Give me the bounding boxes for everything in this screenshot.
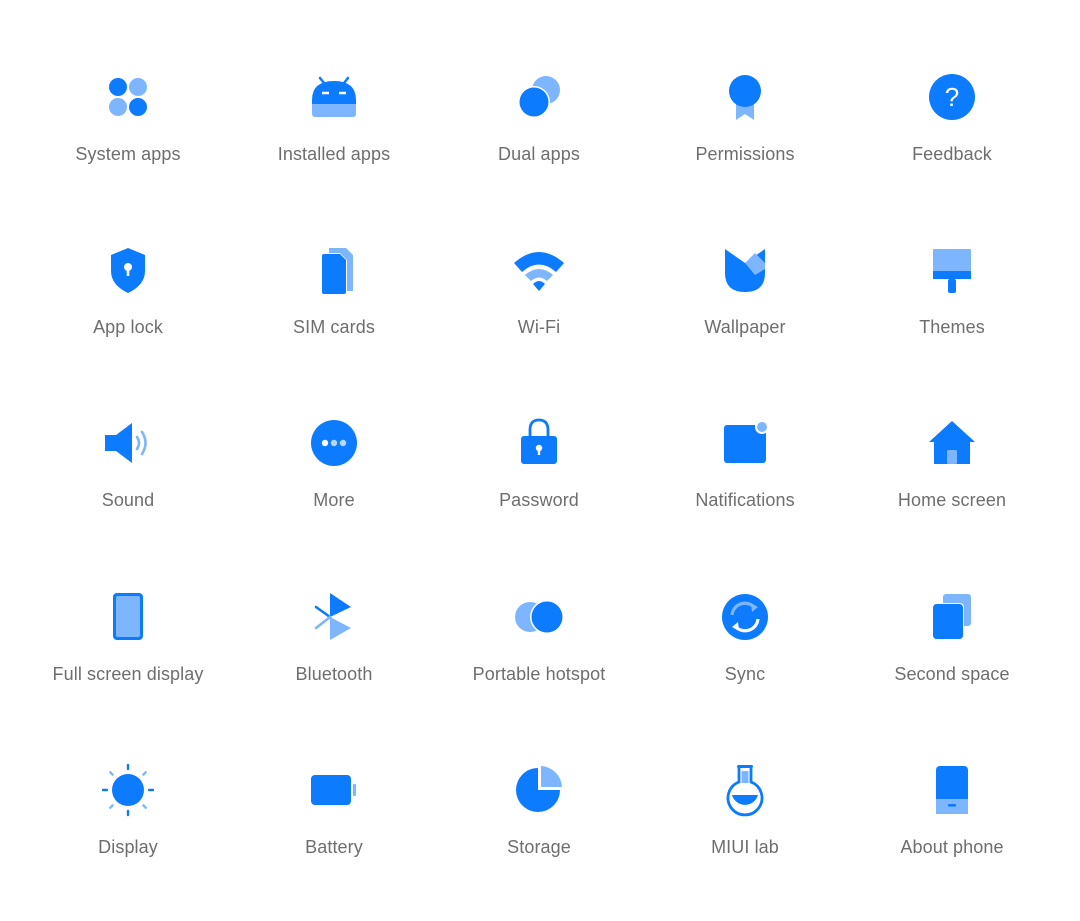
tile-label: Storage	[507, 837, 571, 857]
tile-battery[interactable]: Battery	[234, 763, 434, 883]
storage-icon	[511, 763, 567, 819]
full-screen-display-icon	[100, 590, 156, 646]
tile-app-lock[interactable]: App lock	[28, 243, 228, 363]
tile-label: MIUI lab	[711, 837, 779, 857]
display-icon	[100, 763, 156, 819]
tile-storage[interactable]: Storage	[439, 763, 639, 883]
tile-label: Home screen	[897, 490, 1007, 510]
tile-sound[interactable]: Sound	[28, 416, 228, 536]
tile-label: About phone	[900, 837, 1004, 857]
tile-label: Second space	[894, 664, 1010, 684]
tile-label: Full screen display	[52, 664, 204, 684]
tile-sim-cards[interactable]: SIM cards	[234, 243, 434, 363]
tile-label: SIM cards	[293, 317, 375, 337]
tile-more[interactable]: More	[234, 416, 434, 536]
tile-label: Installed apps	[277, 144, 391, 164]
tile-label: Themes	[919, 317, 985, 337]
battery-icon	[306, 763, 362, 819]
tile-label: Wallpaper	[704, 317, 786, 337]
system-apps-icon	[100, 70, 156, 126]
tile-wallpaper[interactable]: Wallpaper	[645, 243, 845, 363]
about-phone-icon	[924, 763, 980, 819]
tile-password[interactable]: Password	[439, 416, 639, 536]
feedback-icon: ?	[924, 70, 980, 126]
tile-label: Sync	[724, 664, 766, 684]
tile-label: Display	[98, 837, 158, 857]
notifications-icon	[717, 416, 773, 472]
tile-second-space[interactable]: Second space	[852, 590, 1052, 710]
tile-about-phone[interactable]: About phone	[852, 763, 1052, 883]
tile-wifi[interactable]: Wi-Fi	[439, 243, 639, 363]
tile-dual-apps[interactable]: Dual apps	[439, 70, 639, 190]
wifi-icon	[511, 243, 567, 299]
permissions-icon	[717, 70, 773, 126]
tile-bluetooth[interactable]: Bluetooth	[234, 590, 434, 710]
tile-miui-lab[interactable]: MIUI lab	[645, 763, 845, 883]
settings-icon-grid: System apps Installed apps Dual apps Per…	[0, 0, 1080, 921]
themes-icon	[924, 243, 980, 299]
sound-icon	[100, 416, 156, 472]
home-screen-icon	[924, 416, 980, 472]
tile-label: Bluetooth	[295, 664, 373, 684]
tile-label: More	[313, 490, 355, 510]
sim-cards-icon	[306, 243, 362, 299]
bluetooth-icon	[306, 590, 362, 646]
app-lock-icon	[100, 243, 156, 299]
tile-label: Dual apps	[498, 144, 580, 164]
wallpaper-icon	[717, 243, 773, 299]
tile-display[interactable]: Display	[28, 763, 228, 883]
tile-feedback[interactable]: ? Feedback	[852, 70, 1052, 190]
tile-label: Permissions	[695, 144, 795, 164]
tile-label: Sound	[101, 490, 155, 510]
miui-lab-icon	[717, 763, 773, 819]
tile-sync[interactable]: Sync	[645, 590, 845, 710]
tile-label: Password	[499, 490, 579, 510]
tile-portable-hotspot[interactable]: Portable hotspot	[439, 590, 639, 710]
tile-label: Portable hotspot	[472, 664, 606, 684]
tile-label: Feedback	[912, 144, 992, 164]
tile-label: Battery	[305, 837, 363, 857]
installed-apps-icon	[306, 70, 362, 126]
tile-home-screen[interactable]: Home screen	[852, 416, 1052, 536]
tile-label: Wi-Fi	[517, 317, 561, 337]
tile-label: App lock	[93, 317, 163, 337]
portable-hotspot-icon	[511, 590, 567, 646]
tile-permissions[interactable]: Permissions	[645, 70, 845, 190]
more-icon	[306, 416, 362, 472]
tile-installed-apps[interactable]: Installed apps	[234, 70, 434, 190]
password-icon	[511, 416, 567, 472]
tile-notifications[interactable]: Natifications	[645, 416, 845, 536]
tile-label: Natifications	[695, 490, 795, 510]
tile-system-apps[interactable]: System apps	[28, 70, 228, 190]
tile-themes[interactable]: Themes	[852, 243, 1052, 363]
dual-apps-icon	[511, 70, 567, 126]
tile-full-screen-display[interactable]: Full screen display	[28, 590, 228, 710]
second-space-icon	[924, 590, 980, 646]
svg-text:?: ?	[945, 82, 959, 112]
sync-icon	[717, 590, 773, 646]
tile-label: System apps	[75, 144, 181, 164]
